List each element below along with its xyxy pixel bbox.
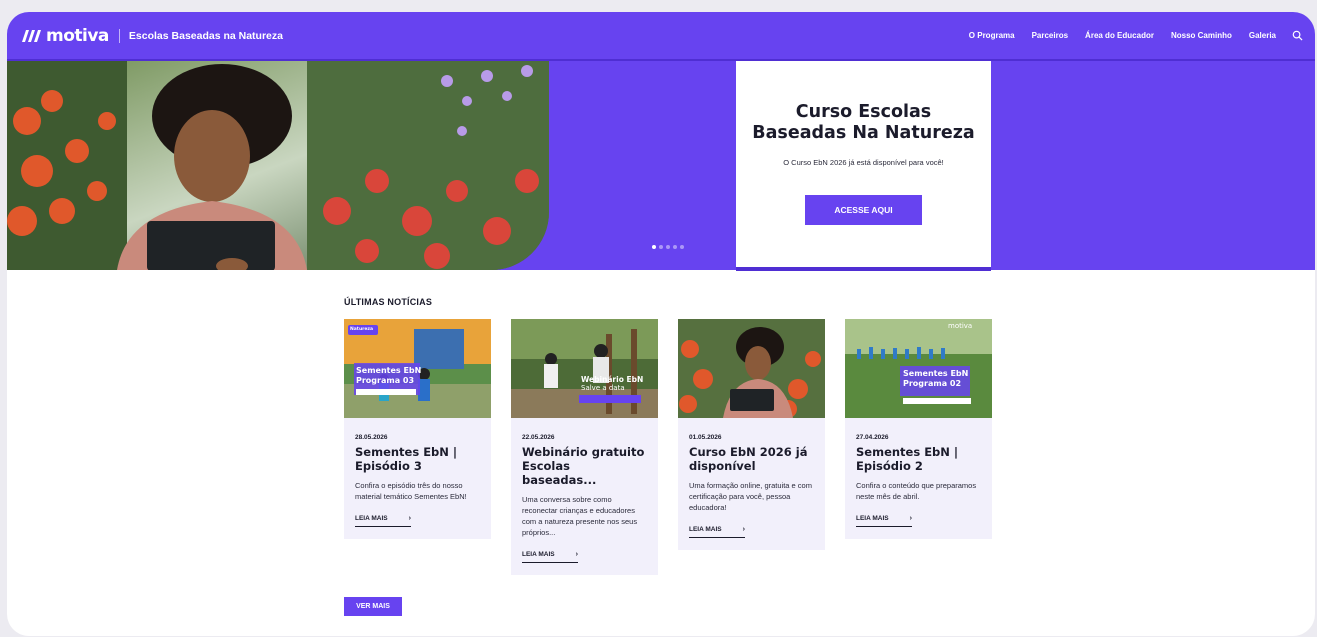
news-card-image-line1: Sementes EbN bbox=[356, 366, 422, 375]
news-card-title[interactable]: Webinário gratuito Escolas baseadas... bbox=[522, 445, 647, 487]
news-card-read-more[interactable]: LEIA MAIS › bbox=[689, 526, 745, 538]
hero-title: Curso Escolas Baseadas Na Natureza bbox=[752, 102, 975, 143]
read-more-label: LEIA MAIS bbox=[355, 515, 388, 522]
carousel-dot-1[interactable] bbox=[652, 245, 656, 249]
news-card-read-more[interactable]: LEIA MAIS › bbox=[355, 515, 411, 527]
search-icon[interactable] bbox=[1292, 30, 1303, 41]
nav-item-area-do-educador[interactable]: Área do Educador bbox=[1085, 31, 1154, 40]
news-card-date: 22.05.2026 bbox=[522, 434, 555, 441]
news-card-read-more[interactable]: LEIA MAIS › bbox=[856, 515, 912, 527]
browser-page-frame: motiva Escolas Baseadas na Natureza O Pr… bbox=[7, 12, 1315, 636]
news-card-title[interactable]: Sementes EbN | Episódio 2 bbox=[856, 445, 981, 473]
chevron-right-icon: › bbox=[742, 526, 745, 533]
hero-card: Curso Escolas Baseadas Na Natureza O Cur… bbox=[736, 61, 991, 271]
hero-cta-button[interactable]: ACESSE AQUI bbox=[805, 195, 922, 225]
hero-subtitle: O Curso EbN 2026 já está disponível para… bbox=[783, 158, 944, 167]
read-more-label: LEIA MAIS bbox=[522, 551, 555, 558]
news-heading-rest: NOTÍCIAS bbox=[384, 297, 433, 307]
news-card-date: 28.05.2026 bbox=[355, 434, 388, 441]
nav-item-nosso-caminho[interactable]: Nosso Caminho bbox=[1171, 31, 1232, 40]
nav-item-o-programa[interactable]: O Programa bbox=[969, 31, 1015, 40]
news-card-image-logo: motiva bbox=[948, 322, 973, 330]
news-card-image: Natureza Sementes EbN Programa 03 bbox=[344, 319, 491, 418]
hero-photo bbox=[7, 61, 549, 270]
carousel-dot-4[interactable] bbox=[673, 245, 677, 249]
news-card-image: Webinário EbN Salve a data bbox=[511, 319, 658, 418]
top-navbar: motiva Escolas Baseadas na Natureza O Pr… bbox=[7, 12, 1315, 61]
chevron-right-icon: › bbox=[408, 515, 411, 522]
nav-item-galeria[interactable]: Galeria bbox=[1249, 31, 1276, 40]
brand-logo[interactable]: motiva bbox=[21, 26, 109, 46]
carousel-dots bbox=[652, 245, 684, 249]
news-card-3[interactable]: 01.05.2026 Curso EbN 2026 já disponível … bbox=[678, 319, 825, 550]
news-card-title[interactable]: Curso EbN 2026 já disponível bbox=[689, 445, 814, 473]
chevron-right-icon: › bbox=[909, 515, 912, 522]
site-name[interactable]: Escolas Baseadas na Natureza bbox=[129, 30, 283, 42]
news-card-read-more[interactable]: LEIA MAIS › bbox=[522, 551, 578, 563]
news-card-body: 01.05.2026 Curso EbN 2026 já disponível … bbox=[678, 434, 825, 550]
news-card-image-line1: Webinário EbN bbox=[581, 375, 644, 384]
news-card-body: 28.05.2026 Sementes EbN | Episódio 3 Con… bbox=[344, 434, 491, 539]
read-more-label: LEIA MAIS bbox=[689, 526, 722, 533]
hero-photo-illustration bbox=[7, 61, 549, 270]
news-card-2[interactable]: Webinário EbN Salve a data 22.05.2026 We… bbox=[511, 319, 658, 575]
main-nav: O Programa Parceiros Área do Educador No… bbox=[952, 30, 1303, 41]
carousel-dot-2[interactable] bbox=[659, 245, 663, 249]
news-card-4[interactable]: motiva Sementes EbN Programa 02 27.04.20… bbox=[845, 319, 992, 539]
news-card-image-line1: Sementes EbN bbox=[903, 369, 969, 378]
news-heading-bold: ÚLTIMAS bbox=[344, 297, 385, 307]
news-card-image bbox=[678, 319, 825, 418]
news-card-excerpt: Confira o episódio três do nosso materia… bbox=[355, 481, 467, 501]
news-card-date: 01.05.2026 bbox=[689, 434, 722, 441]
news-card-image-line2: Programa 02 bbox=[903, 379, 962, 388]
carousel-dot-3[interactable] bbox=[666, 245, 670, 249]
news-card-date: 27.04.2026 bbox=[856, 434, 889, 441]
news-card-1[interactable]: Natureza Sementes EbN Programa 03 28.05.… bbox=[344, 319, 491, 539]
hero-banner: Curso Escolas Baseadas Na Natureza O Cur… bbox=[7, 61, 1315, 271]
news-card-title[interactable]: Sementes EbN | Episódio 3 bbox=[355, 445, 480, 473]
news-card-body: 22.05.2026 Webinário gratuito Escolas ba… bbox=[511, 434, 658, 575]
news-card-excerpt: Confira o conteúdo que preparamos neste … bbox=[856, 481, 977, 501]
logo-wordmark: motiva bbox=[46, 25, 109, 46]
motiva-logo-icon bbox=[22, 29, 41, 42]
news-card-body: 27.04.2026 Sementes EbN | Episódio 2 Con… bbox=[845, 434, 992, 539]
news-section-heading: ÚLTIMAS NOTÍCIAS bbox=[344, 297, 432, 307]
news-card-excerpt: Uma conversa sobre como reconectar crian… bbox=[522, 495, 638, 537]
news-card-image-tag: Natureza bbox=[350, 327, 374, 332]
chevron-right-icon: › bbox=[575, 551, 578, 558]
news-card-image-line2: Salve a data bbox=[581, 384, 625, 392]
carousel-dot-5[interactable] bbox=[680, 245, 684, 249]
news-card-image: motiva Sementes EbN Programa 02 bbox=[845, 319, 992, 418]
news-card-excerpt: Uma formação online, gratuita e com cert… bbox=[689, 481, 812, 512]
read-more-label: LEIA MAIS bbox=[856, 515, 889, 522]
ver-mais-button[interactable]: VER MAIS bbox=[344, 597, 402, 616]
news-card-image-line2: Programa 03 bbox=[356, 376, 415, 385]
logo-divider bbox=[118, 28, 120, 43]
nav-item-parceiros[interactable]: Parceiros bbox=[1032, 31, 1068, 40]
